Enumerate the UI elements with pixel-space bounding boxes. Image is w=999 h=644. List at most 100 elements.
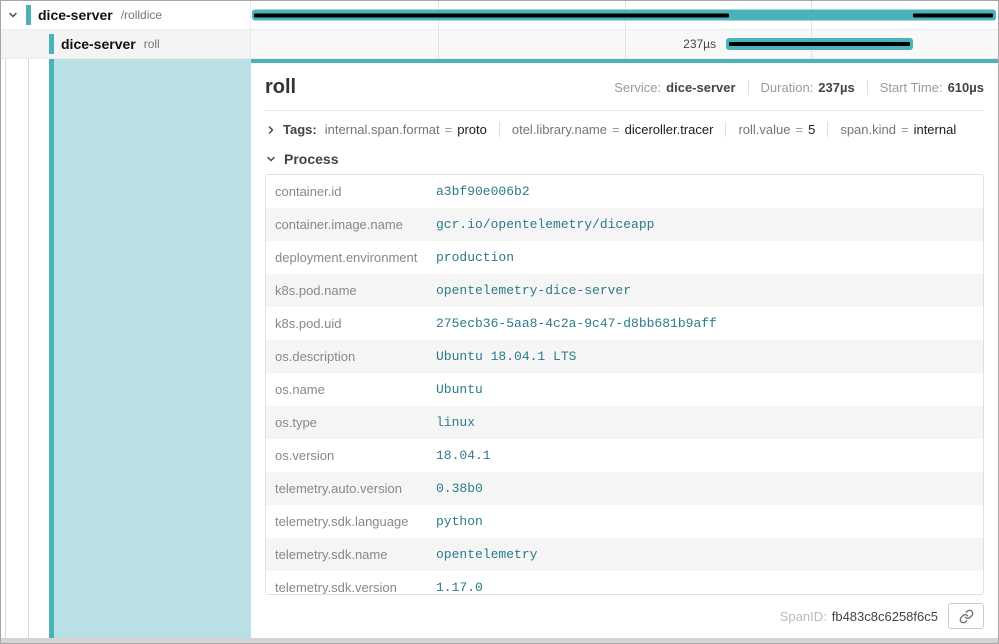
kv-key: os.name [266,382,436,397]
tag-equals: = [901,122,909,137]
kv-value: gcr.io/opentelemetry/diceapp [436,217,983,232]
jaeger-trace-detail-view: dice-server /rolldice dice-server roll [0,0,999,644]
span-detail-row: roll Service: dice-server Duration: 237µ… [1,59,998,638]
tags-label: Tags: [283,122,317,137]
divider [725,122,726,137]
kv-key: deployment.environment [266,250,436,265]
table-row: os.version 18.04.1 [266,439,983,472]
tag-value: 5 [808,122,815,137]
table-row: telemetry.sdk.name opentelemetry [266,538,983,571]
critical-path-segment [913,13,993,17]
spanid-label: SpanID: [780,609,827,624]
table-row: telemetry.auto.version 0.38b0 [266,472,983,505]
table-row: container.id a3bf90e006b2 [266,175,983,208]
table-row: container.image.name gcr.io/opentelemetr… [266,208,983,241]
deep-link-button[interactable] [948,603,984,629]
service-color-stripe [26,5,31,25]
kv-key: os.type [266,415,436,430]
process-label: Process [284,151,338,167]
table-row: telemetry.sdk.version 1.17.0 [266,571,983,595]
tag-equals: = [612,122,620,137]
kv-key: container.image.name [266,217,436,232]
table-row: telemetry.sdk.language python [266,505,983,538]
service-name: dice-server [38,7,113,23]
table-row: os.type linux [266,406,983,439]
kv-value: python [436,514,983,529]
kv-value: production [436,250,983,265]
duration-label: Duration: [761,80,814,95]
kv-key: telemetry.sdk.version [266,580,436,595]
kv-value: 275ecb36-5aa8-4c2a-9c47-d8bb681b9aff [436,316,983,331]
kv-value: 0.38b0 [436,481,983,496]
divider [499,122,500,137]
span-detail-header: roll Service: dice-server Duration: 237µ… [265,63,984,111]
tag-equals: = [796,122,804,137]
spanid-value: fb483c8c6258f6c5 [832,609,938,624]
tag-key: internal.span.format [325,122,440,137]
tag-value: internal [914,122,957,137]
table-row: k8s.pod.name opentelemetry-dice-server [266,274,983,307]
service-value: dice-server [666,80,735,95]
tag-equals: = [445,122,453,137]
span-detail-panel: roll Service: dice-server Duration: 237µ… [251,59,998,638]
divider [827,122,828,137]
tags-accordion-header[interactable]: Tags: internal.span.format = proto otel.… [265,111,984,144]
span-bar-roll[interactable] [726,38,913,50]
chevron-down-icon [265,153,277,165]
span-bar-rolldice[interactable] [252,10,996,21]
span-duration-label: 237µs [251,37,716,51]
tag-key: roll.value [738,122,790,137]
span-row-roll[interactable]: dice-server roll 237µs [1,30,998,59]
kv-value: linux [436,415,983,430]
kv-key: os.description [266,349,436,364]
kv-key: k8s.pod.uid [266,316,436,331]
kv-value: Ubuntu [436,382,983,397]
service-label: Service: [614,80,661,95]
start-time-label: Start Time: [880,80,943,95]
chevron-down-icon[interactable] [7,9,19,21]
span-detail-collapse-accent[interactable] [54,59,251,638]
kv-key: os.version [266,448,436,463]
link-icon [959,609,974,624]
kv-value: opentelemetry-dice-server [436,283,983,298]
table-row: k8s.pod.uid 275ecb36-5aa8-4c2a-9c47-d8bb… [266,307,983,340]
tag-value: proto [457,122,487,137]
critical-path-segment [254,13,729,17]
span-detail-footer: SpanID: fb483c8c6258f6c5 [265,595,984,638]
span-row-rolldice[interactable]: dice-server /rolldice [1,1,998,30]
timeline-cell-roll: 237µs [251,30,998,58]
service-name: dice-server [61,36,136,52]
process-key-value-table: container.id a3bf90e006b2 container.imag… [265,174,984,595]
chevron-right-icon [265,124,277,136]
kv-key: container.id [266,184,436,199]
process-accordion-header[interactable]: Process [265,144,984,174]
operation-name: /rolldice [121,8,162,22]
divider [867,80,868,95]
kv-value: a3bf90e006b2 [436,184,983,199]
kv-key: telemetry.sdk.language [266,514,436,529]
operation-name: roll [144,37,160,51]
duration-value: 237µs [818,80,854,95]
span-overview: Service: dice-server Duration: 237µs Sta… [614,80,984,95]
indent-guide [5,59,6,638]
kv-key: k8s.pod.name [266,283,436,298]
table-row: os.name Ubuntu [266,373,983,406]
span-operation-title: roll [265,76,296,99]
kv-value: 18.04.1 [436,448,983,463]
timeline-cell-rolldice [251,1,998,29]
span-name-cell-rolldice[interactable]: dice-server /rolldice [1,1,251,29]
kv-value: opentelemetry [436,547,983,562]
span-name-cell-roll[interactable]: dice-server roll [1,30,251,58]
critical-path-segment [729,42,910,46]
start-time-value: 610µs [948,80,984,95]
tag-key: span.kind [840,122,896,137]
kv-key: telemetry.auto.version [266,481,436,496]
span-detail-indent [1,59,251,638]
table-row: os.description Ubuntu 18.04.1 LTS [266,340,983,373]
table-row: deployment.environment production [266,241,983,274]
service-color-stripe [49,34,54,54]
kv-value: Ubuntu 18.04.1 LTS [436,349,983,364]
bottom-divider [1,638,998,643]
kv-key: telemetry.sdk.name [266,547,436,562]
indent-guide [28,59,29,638]
